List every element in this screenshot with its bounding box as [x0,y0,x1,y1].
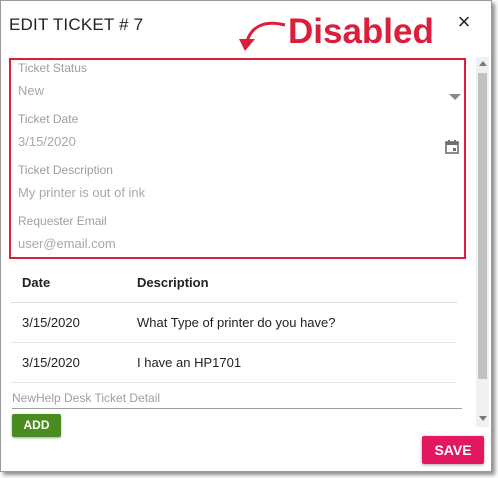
table-cell-date: 3/15/2020 [11,302,137,343]
table-row[interactable]: 3/15/2020 What Type of printer do you ha… [11,302,457,343]
scroll-down-icon[interactable] [479,416,487,421]
vertical-scrollbar[interactable] [476,57,489,427]
table-row[interactable]: 3/15/2020 I have an HP1701 [11,342,457,383]
edit-ticket-dialog: EDIT TICKET # 7 × Disabled Ticket Status… [0,0,492,472]
close-icon[interactable]: × [453,11,475,33]
calendar-icon [445,140,459,154]
new-ticket-detail-input[interactable] [12,387,462,409]
table-cell-description: I have an HP1701 [137,342,457,383]
ticket-detail-table: Date Description 3/15/2020 What Type of … [11,264,457,383]
table-cell-description: What Type of printer do you have? [137,302,457,343]
table-cell-date: 3/15/2020 [11,342,137,383]
ticket-status-label: Ticket Status [18,61,87,75]
dropdown-caret-icon [449,94,461,100]
requester-email-field: user@email.com [18,236,116,251]
dialog-content: Ticket Status New Ticket Date 3/15/2020 … [3,51,475,429]
ticket-date-field: 3/15/2020 [18,134,76,149]
add-button[interactable]: ADD [12,414,61,437]
scroll-up-icon[interactable] [479,61,487,66]
scrollbar-thumb[interactable] [478,73,487,379]
save-button[interactable]: SAVE [422,436,484,464]
ticket-description-label: Ticket Description [18,163,113,177]
requester-email-label: Requester Email [18,214,107,228]
annotation-label: Disabled [288,12,434,51]
description-column-header: Description [137,264,457,303]
annotation-arrow-icon [239,21,286,51]
dialog-title: EDIT TICKET # 7 [9,15,144,34]
ticket-date-label: Ticket Date [18,112,79,126]
date-column-header: Date [11,264,137,303]
disabled-fields-box: Ticket Status New Ticket Date 3/15/2020 … [9,58,466,259]
ticket-description-field: My printer is out of ink [18,185,146,200]
ticket-status-select: New [18,83,45,98]
table-header-row: Date Description [11,264,457,303]
